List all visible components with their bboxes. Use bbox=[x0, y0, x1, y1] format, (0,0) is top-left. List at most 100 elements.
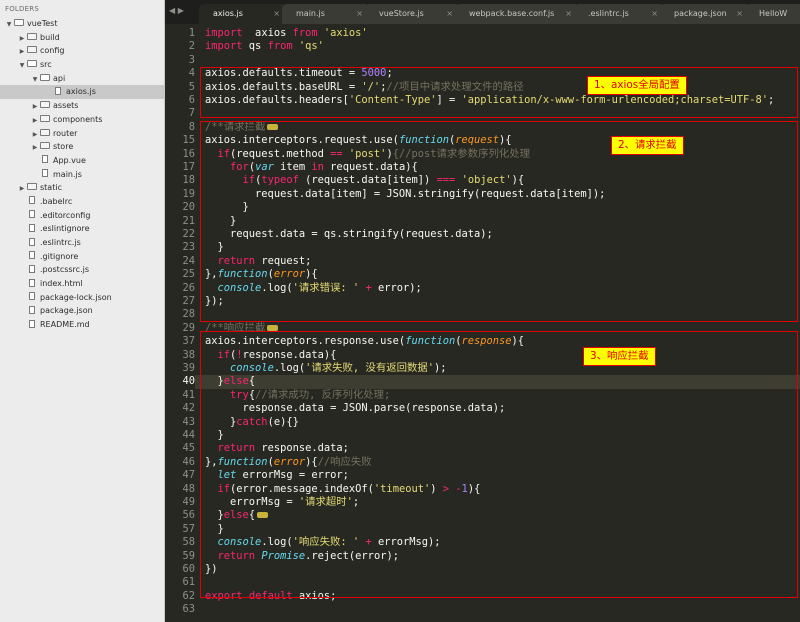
sidebar-item-api[interactable]: ▼ api bbox=[0, 72, 164, 86]
sidebar-item-router[interactable]: ▶ router bbox=[0, 127, 164, 141]
line-number: 45 bbox=[182, 442, 195, 455]
chevron-down-icon[interactable]: ▼ bbox=[17, 59, 27, 73]
line-number: 38 bbox=[182, 348, 195, 361]
sidebar-item-eslintignore[interactable]: .eslintignore bbox=[0, 222, 164, 236]
annotation-box-response-interceptor bbox=[200, 331, 798, 598]
close-icon[interactable]: × bbox=[273, 4, 280, 24]
sidebar-item-main-js[interactable]: main.js bbox=[0, 168, 164, 182]
sidebar-item-readme-md[interactable]: README.md bbox=[0, 318, 164, 332]
file-icon bbox=[29, 278, 35, 287]
chevron-down-icon[interactable]: ▼ bbox=[30, 73, 40, 87]
sidebar: FOLDERS ▼ vueTest ▶ build ▶ config ▼ src ▼ api axi… bbox=[0, 0, 165, 622]
annotation-label-response-interceptor: 3、响应拦截 bbox=[583, 347, 656, 366]
code-editor[interactable]: 1 2 3 4 5 6 7 8 15 16 17 18 19 20 21 22 23 24 25 26 27 28 29 37… bbox=[165, 24, 800, 622]
sidebar-item-label: store bbox=[53, 142, 74, 152]
fold-marker-icon[interactable] bbox=[267, 324, 279, 331]
tab-axios-js[interactable]: axios.js × bbox=[199, 4, 287, 24]
tab-label: vueStore.js bbox=[379, 9, 424, 18]
tab-nav-arrows[interactable]: ◀ ▶ bbox=[169, 6, 184, 15]
tab-main-js[interactable]: main.js × bbox=[282, 4, 370, 24]
sidebar-item-static[interactable]: ▶ static bbox=[0, 181, 164, 195]
close-icon[interactable]: × bbox=[565, 4, 572, 24]
sidebar-item-postcssrc-js[interactable]: .postcssrc.js bbox=[0, 263, 164, 277]
tab-package-json[interactable]: package.json × bbox=[660, 4, 750, 24]
file-icon bbox=[29, 292, 35, 301]
sidebar-item-build[interactable]: ▶ build bbox=[0, 31, 164, 45]
line-number: 41 bbox=[182, 388, 195, 401]
chevron-right-icon[interactable]: ▶ bbox=[30, 114, 40, 128]
code-token: axios bbox=[242, 27, 293, 39]
sidebar-item-label: vueTest bbox=[27, 19, 58, 28]
sidebar-item-axios-js[interactable]: axios.js bbox=[0, 85, 164, 100]
tab-label: package.json bbox=[674, 9, 727, 18]
line-number: 25 bbox=[182, 268, 195, 281]
tab-hellow[interactable]: HelloW bbox=[745, 4, 800, 24]
chevron-right-icon[interactable]: ▶ bbox=[17, 45, 27, 59]
sidebar-item-label: App.vue bbox=[53, 155, 86, 165]
sidebar-item-label: README.md bbox=[40, 320, 90, 330]
line-number: 26 bbox=[182, 281, 195, 294]
tab-label: HelloW bbox=[759, 9, 788, 18]
annotation-label-global-config: 1、axios全局配置 bbox=[587, 76, 687, 95]
sidebar-item-package-lock-json[interactable]: package-lock.json bbox=[0, 291, 164, 305]
chevron-right-icon[interactable]: ▶ bbox=[30, 128, 40, 142]
sidebar-item-editorconfig[interactable]: .editorconfig bbox=[0, 209, 164, 223]
sidebar-item-config[interactable]: ▶ config bbox=[0, 44, 164, 58]
line-number: 22 bbox=[182, 228, 195, 240]
folder-icon bbox=[27, 32, 37, 40]
sidebar-item-gitignore[interactable]: .gitignore bbox=[0, 250, 164, 264]
close-icon[interactable]: × bbox=[651, 4, 658, 24]
chevron-right-icon[interactable]: ▶ bbox=[30, 141, 40, 155]
line-number: 42 bbox=[182, 402, 195, 415]
sidebar-item-store[interactable]: ▶ store bbox=[0, 140, 164, 154]
sidebar-item-index-html[interactable]: index.html bbox=[0, 277, 164, 291]
file-icon bbox=[29, 223, 35, 232]
chevron-right-icon[interactable]: ▶ bbox=[17, 32, 27, 46]
line-number: 57 bbox=[182, 522, 195, 535]
sidebar-item-label: assets bbox=[53, 101, 79, 111]
file-icon bbox=[55, 86, 61, 95]
line-number: 19 bbox=[182, 187, 195, 200]
code-token: from bbox=[267, 40, 293, 53]
sidebar-item-vuetest[interactable]: ▼ vueTest bbox=[0, 17, 164, 31]
line-number: 56 bbox=[182, 509, 195, 522]
sidebar-item-src[interactable]: ▼ src bbox=[0, 58, 164, 72]
folder-icon bbox=[27, 46, 37, 54]
line-number: 23 bbox=[182, 241, 195, 254]
close-icon[interactable]: × bbox=[736, 4, 743, 24]
sidebar-item-label: .editorconfig bbox=[40, 210, 91, 220]
line-number: 59 bbox=[182, 549, 195, 562]
close-icon[interactable]: × bbox=[356, 4, 363, 24]
code-line[interactable]: import axios from 'axios' bbox=[205, 27, 368, 40]
tab-eslintrc-js[interactable]: .eslintrc.js × bbox=[574, 4, 665, 24]
sidebar-item-app-vue[interactable]: App.vue bbox=[0, 154, 164, 168]
chevron-right-icon[interactable]: ▶ bbox=[30, 100, 40, 114]
sidebar-item-label: main.js bbox=[53, 169, 82, 179]
line-number: 15 bbox=[182, 134, 195, 147]
sidebar-item-assets[interactable]: ▶ assets bbox=[0, 99, 164, 113]
sidebar-item-label: build bbox=[40, 32, 60, 42]
chevron-down-icon[interactable]: ▼ bbox=[4, 18, 14, 32]
tab-bar: ◀ ▶ axios.js × main.js × vueStore.js × webpack… bbox=[165, 0, 800, 24]
line-number: 4 bbox=[188, 67, 195, 80]
sidebar-item-label: config bbox=[40, 46, 65, 56]
code-line[interactable]: import qs from 'qs' bbox=[205, 40, 324, 53]
close-icon[interactable]: × bbox=[446, 4, 453, 24]
sidebar-item-label: .eslintignore bbox=[40, 224, 90, 234]
sidebar-item-label: router bbox=[53, 128, 78, 138]
line-number: 3 bbox=[188, 53, 195, 66]
tab-webpack-base-conf-js[interactable]: webpack.base.conf.js × bbox=[455, 4, 579, 24]
file-icon bbox=[42, 155, 48, 164]
sidebar-item-package-json[interactable]: package.json bbox=[0, 304, 164, 318]
chevron-right-icon[interactable]: ▶ bbox=[17, 182, 27, 196]
line-number: 60 bbox=[182, 563, 195, 575]
sidebar-item-babelrc[interactable]: .babelrc bbox=[0, 195, 164, 209]
line-number: 40 bbox=[182, 375, 195, 388]
sidebar-item-components[interactable]: ▶ components bbox=[0, 113, 164, 127]
sidebar-item-eslintrc-js[interactable]: .eslintrc.js bbox=[0, 236, 164, 250]
line-number: 21 bbox=[182, 214, 195, 227]
line-number: 28 bbox=[182, 308, 195, 321]
tab-vuestore-js[interactable]: vueStore.js × bbox=[365, 4, 460, 24]
folder-icon bbox=[40, 114, 50, 122]
sidebar-item-label: components bbox=[53, 114, 103, 124]
